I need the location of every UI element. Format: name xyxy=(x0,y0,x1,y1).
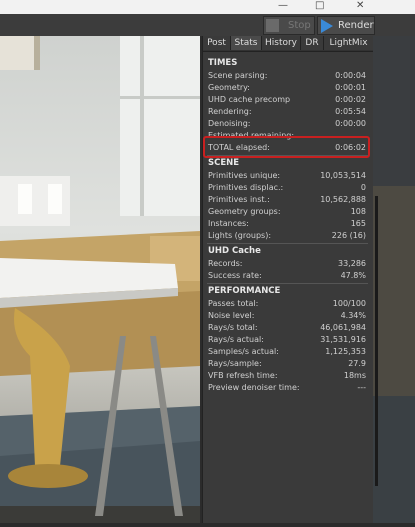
stat-row: UHD cache precomp 0:00:02 xyxy=(208,95,366,104)
stat-row: Passes total: 100/100 xyxy=(208,299,366,308)
stat-row: Primitives inst.: 10,562,888 xyxy=(208,195,366,204)
render-button[interactable]: Render xyxy=(317,16,375,35)
minimize-icon[interactable]: — xyxy=(278,0,288,14)
stop-button[interactable]: Stop xyxy=(263,16,315,35)
stat-row: Geometry groups: 108 xyxy=(208,207,366,216)
panel-tabs: Post Stats History DR LightMix xyxy=(203,36,373,52)
stat-row: Geometry: 0:00:01 xyxy=(208,83,366,92)
tab-post[interactable]: Post xyxy=(203,36,231,50)
stat-row: Primitives displac.: 0 xyxy=(208,183,366,192)
stat-row: Scene parsing: 0:00:04 xyxy=(208,71,366,80)
stat-row: Rays/s actual: 31,531,916 xyxy=(208,335,366,344)
stop-label: Stop xyxy=(288,20,311,31)
stat-row: Rendering: 0:05:54 xyxy=(208,107,366,116)
stat-row: Records: 33,286 xyxy=(208,259,366,268)
divider xyxy=(207,243,368,244)
scene-header: SCENE xyxy=(208,158,240,168)
stat-row: Lights (groups): 226 (16) xyxy=(208,231,366,240)
divider xyxy=(207,283,368,284)
maximize-icon[interactable]: □ xyxy=(315,0,324,14)
tab-history[interactable]: History xyxy=(262,36,301,50)
stat-row: Noise level: 4.34% xyxy=(208,311,366,320)
stat-row: Rays/sample: 27.9 xyxy=(208,359,366,368)
times-header: TIMES xyxy=(208,58,238,68)
stat-row: VFB refresh time: 18ms xyxy=(208,371,366,380)
stat-row: Denoising: 0:00:00 xyxy=(208,119,366,128)
window-titlebar: — □ ✕ xyxy=(0,0,415,15)
tab-lightmix[interactable]: LightMix xyxy=(324,36,373,50)
tab-stats[interactable]: Stats xyxy=(231,36,262,50)
performance-header: PERFORMANCE xyxy=(208,286,281,296)
tab-dr[interactable]: DR xyxy=(301,36,324,50)
uhd-cache-header: UHD Cache xyxy=(208,246,261,256)
render-preview-image xyxy=(0,36,200,523)
stat-row: Success rate: 47.8% xyxy=(208,271,366,280)
render-label: Render xyxy=(338,20,374,31)
vfb-side-strip xyxy=(373,36,415,523)
stop-icon xyxy=(266,19,279,32)
stat-row: Preview denoiser time: --- xyxy=(208,383,366,392)
stat-row: Rays/s total: 46,061,984 xyxy=(208,323,366,332)
scene-illustration xyxy=(0,36,200,523)
stat-row: Samples/s actual: 1,125,353 xyxy=(208,347,366,356)
stat-row: Instances: 165 xyxy=(208,219,366,228)
render-icon xyxy=(321,19,333,33)
stat-row: Primitives unique: 10,053,514 xyxy=(208,171,366,180)
stats-panel: Post Stats History DR LightMix TIMES Sce… xyxy=(202,36,373,523)
close-icon[interactable]: ✕ xyxy=(356,0,364,14)
total-elapsed-highlight xyxy=(203,136,370,158)
